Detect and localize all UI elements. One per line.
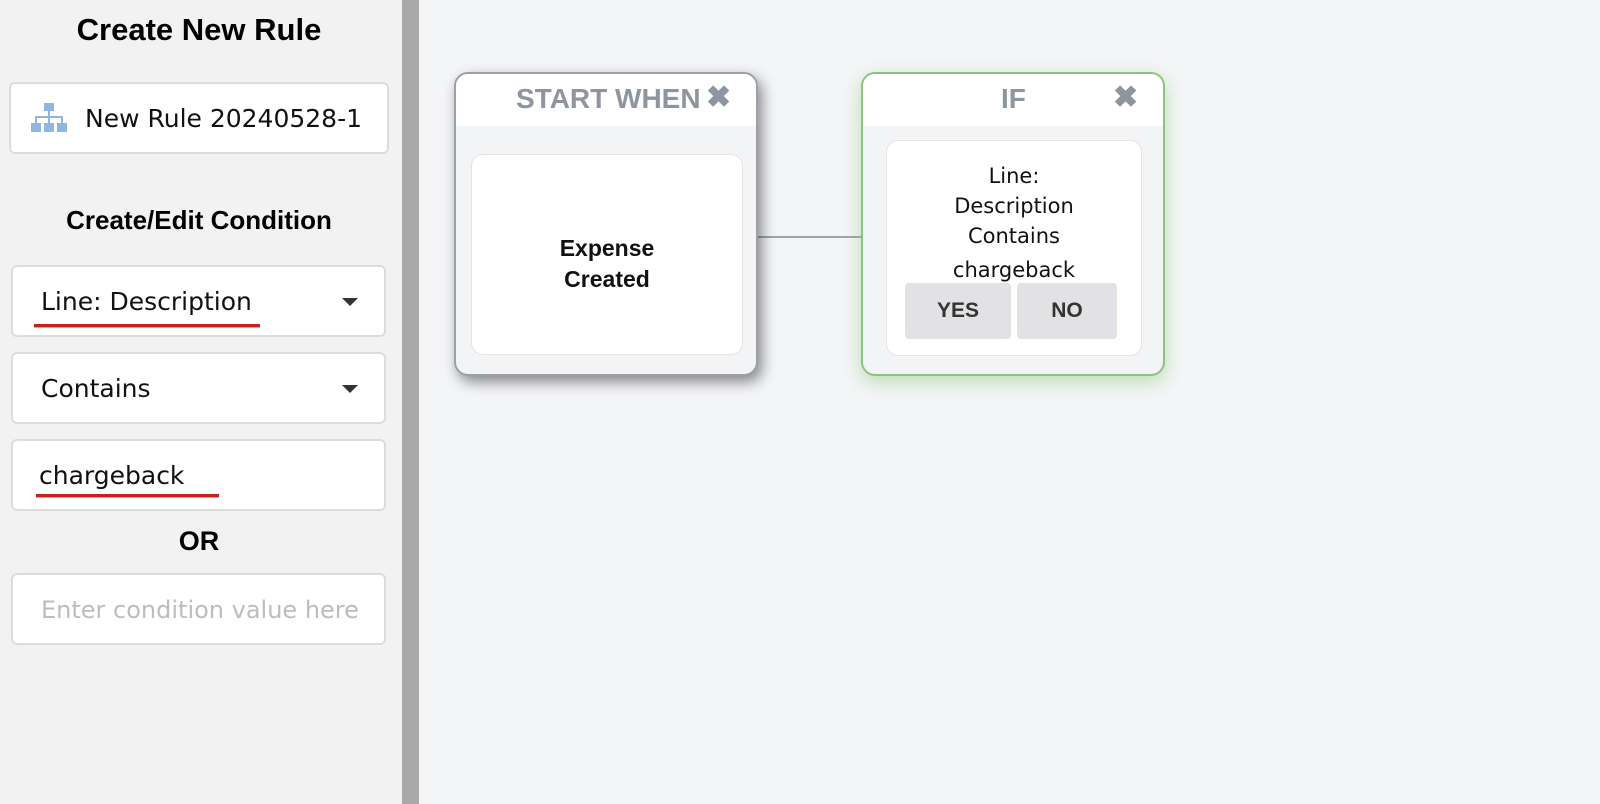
- node-connector: [758, 236, 861, 238]
- start-node-body[interactable]: Expense Created: [471, 154, 743, 355]
- if-node-body[interactable]: Line: Description Contains chargeback YE…: [886, 140, 1142, 356]
- close-icon[interactable]: ✖: [706, 80, 731, 115]
- start-event-line2: Created: [564, 266, 650, 292]
- spellcheck-underline: [34, 324, 260, 328]
- operator-select[interactable]: Contains: [11, 352, 386, 424]
- if-node-title: IF: [1001, 83, 1026, 114]
- field-select[interactable]: Line: Description: [11, 265, 386, 337]
- alt-condition-placeholder: Enter condition value here: [41, 596, 359, 624]
- alt-condition-value-input[interactable]: Enter condition value here: [11, 573, 386, 645]
- start-node-title: START WHEN: [516, 83, 701, 114]
- start-event-label: Expense Created: [472, 233, 742, 295]
- no-button[interactable]: NO: [1017, 283, 1117, 339]
- field-select-value: Line: Description: [41, 287, 252, 316]
- start-when-node[interactable]: START WHEN ✖ Expense Created: [454, 72, 758, 376]
- page-title: Create New Rule: [76, 12, 322, 47]
- caret-down-icon[interactable]: [342, 298, 358, 306]
- if-node[interactable]: IF ✖ Line: Description Contains chargeba…: [861, 72, 1165, 376]
- condition-value-input[interactable]: chargeback: [11, 439, 386, 511]
- close-icon[interactable]: ✖: [1113, 80, 1138, 115]
- condition-line3: Contains: [967, 224, 1060, 248]
- condition-line1: Line:: [988, 164, 1040, 188]
- if-node-header: IF ✖: [863, 74, 1163, 126]
- sidebar-resize-handle[interactable]: [402, 0, 419, 804]
- operator-select-value: Contains: [41, 374, 151, 403]
- rule-name-input[interactable]: New Rule 20240528-12: [9, 82, 389, 154]
- spellcheck-underline: [36, 494, 219, 498]
- yes-button[interactable]: YES: [905, 283, 1011, 339]
- condition-line4: chargeback: [952, 258, 1076, 282]
- rule-editor-sidebar: Create New Rule New Rule 20240528-12 Cre…: [0, 0, 402, 804]
- rule-name-value: New Rule 20240528-12: [85, 103, 363, 133]
- condition-line2: Description: [954, 194, 1074, 218]
- condition-summary: Line: Description Contains chargeback: [887, 161, 1141, 285]
- start-node-header: START WHEN ✖: [456, 74, 756, 126]
- sitemap-icon: [31, 103, 67, 132]
- caret-down-icon[interactable]: [342, 385, 358, 393]
- or-label: OR: [178, 526, 220, 556]
- start-event-line1: Expense: [559, 235, 655, 261]
- condition-value-text: chargeback: [39, 461, 185, 490]
- condition-section-title: Create/Edit Condition: [66, 205, 332, 235]
